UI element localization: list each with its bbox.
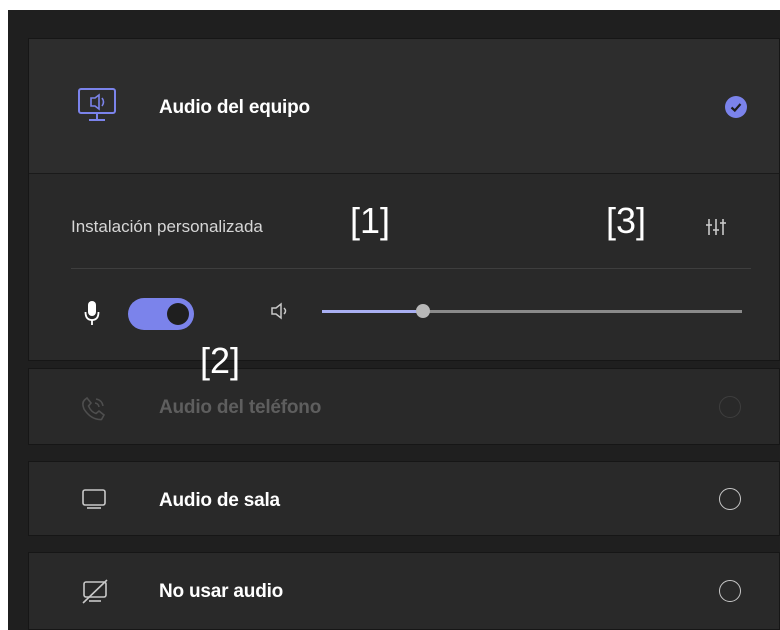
no-audio-icon <box>82 579 108 604</box>
microphone-toggle[interactable] <box>128 298 194 330</box>
option-title: Audio de sala <box>159 490 280 511</box>
option-computer-audio[interactable]: Audio del equipo Instalación personaliza… <box>28 38 780 361</box>
toggle-knob <box>167 303 189 325</box>
option-title: Audio del teléfono <box>159 397 322 418</box>
annotation-label-2: [2] <box>200 340 241 381</box>
speaker-icon <box>271 302 287 320</box>
phone-icon <box>82 396 106 421</box>
option-phone-audio: Audio del teléfono <box>28 368 780 445</box>
option-computer-audio-header[interactable]: Audio del equipo <box>29 39 779 174</box>
volume-slider-fill <box>322 310 423 313</box>
device-settings-icon[interactable] <box>705 217 727 237</box>
option-no-audio[interactable]: No usar audio <box>28 552 780 630</box>
computer-speaker-icon <box>78 88 116 121</box>
volume-slider[interactable] <box>322 304 742 318</box>
annotation-label-1: [1] <box>350 200 391 241</box>
option-title: No usar audio <box>159 581 284 602</box>
room-display-icon <box>82 489 106 509</box>
annotation-label-3: [3] <box>606 200 647 241</box>
divider <box>71 268 751 269</box>
radio-button <box>719 396 741 418</box>
audio-options-panel: Audio del equipo Instalación personaliza… <box>8 10 780 630</box>
option-title: Audio del equipo <box>159 97 310 118</box>
custom-setup-label: Instalación personalizada <box>71 217 263 236</box>
option-room-audio[interactable]: Audio de sala <box>28 461 780 536</box>
volume-slider-thumb[interactable] <box>415 304 430 318</box>
radio-button[interactable] <box>719 580 741 602</box>
radio-button[interactable] <box>719 488 741 510</box>
selected-check-icon <box>725 96 747 118</box>
microphone-icon <box>84 301 100 325</box>
